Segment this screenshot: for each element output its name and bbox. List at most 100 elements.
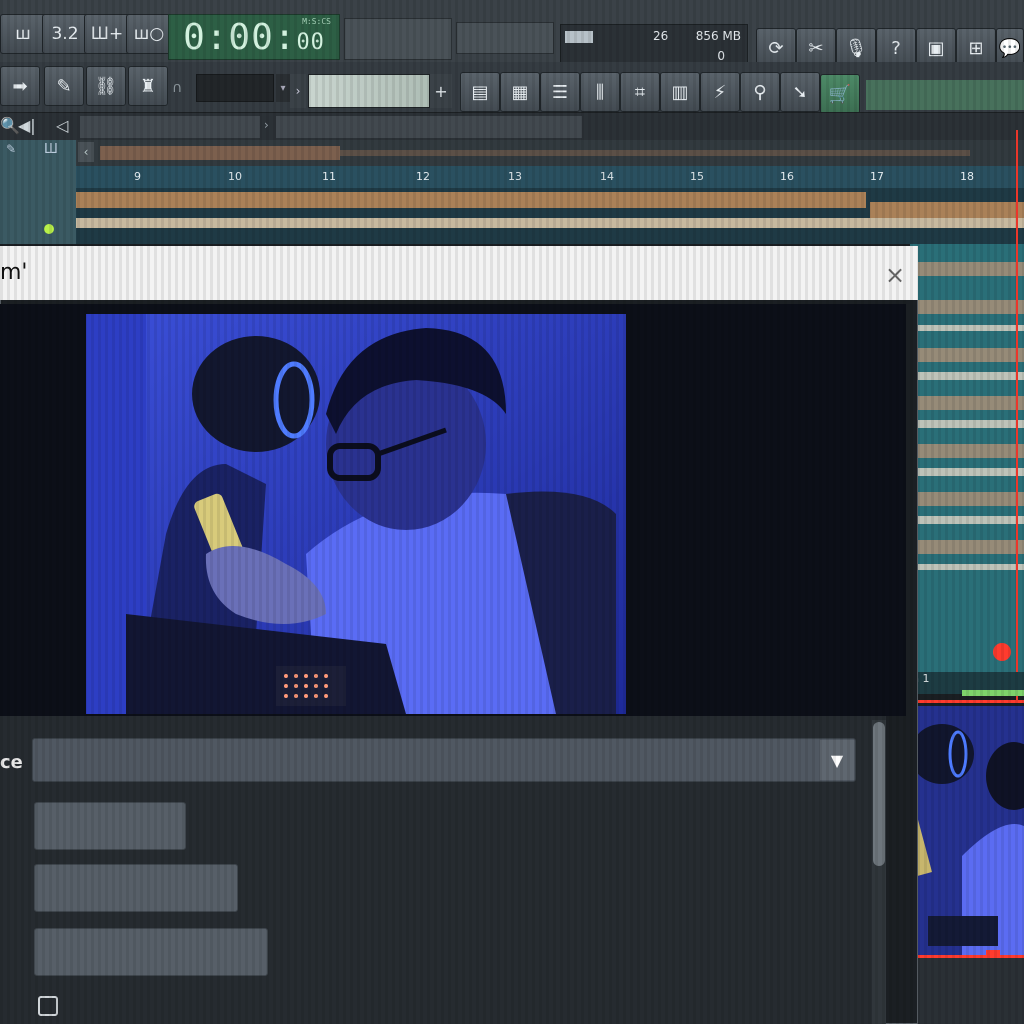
- cpu-value: 26: [653, 29, 669, 43]
- close-icon: ×: [884, 261, 906, 289]
- dialog-title: m': [0, 260, 28, 285]
- arrow-button[interactable]: ➡: [0, 66, 40, 106]
- source-device-select[interactable]: [32, 738, 856, 782]
- source-label: ce: [0, 752, 23, 773]
- ruler-tick: 15: [690, 170, 704, 183]
- preview-thumbnail-image: [902, 706, 1024, 956]
- playhead-handle[interactable]: [993, 643, 1011, 661]
- refresh-icon: ⟳: [768, 37, 784, 59]
- record-mode-button[interactable]: ш○: [126, 14, 172, 54]
- playlist-clip[interactable]: [918, 564, 1024, 570]
- playlist-clip[interactable]: [76, 218, 1024, 228]
- playlist-clip[interactable]: [918, 396, 1024, 410]
- ruler-tick: 18: [960, 170, 974, 183]
- mixer-track-selector[interactable]: [196, 74, 274, 102]
- playhead-line[interactable]: [1016, 130, 1018, 700]
- channel-rack-icon: ☰: [551, 81, 569, 103]
- channel-rack-button[interactable]: ☰: [540, 72, 580, 112]
- cpu-bar: [565, 31, 593, 43]
- browser-icon: ⌗: [634, 81, 646, 103]
- link-icon: ⛓: [94, 75, 118, 97]
- plugin-database-button[interactable]: ▥: [660, 72, 700, 112]
- playlist-breadcrumb-2[interactable]: [276, 116, 582, 138]
- configure-crossbar-button[interactable]: [34, 928, 268, 976]
- pattern-prev-button[interactable]: ›: [290, 74, 306, 108]
- track-icon: Ш: [44, 142, 58, 157]
- playlist-track-header[interactable]: ✎ Ш: [0, 140, 76, 244]
- audio-icon[interactable]: ◀|: [18, 116, 36, 135]
- source-device-dropdown[interactable]: ▼: [820, 740, 854, 780]
- record-icon: ш○: [133, 24, 165, 44]
- tool-icon: ➘: [792, 81, 808, 103]
- snap-icon: ꟺ: [15, 24, 31, 44]
- pattern-add-button[interactable]: Ш+: [84, 14, 130, 54]
- video-thumbnail-preview: [902, 706, 1024, 956]
- time-marker-bar[interactable]: [100, 146, 340, 160]
- deactivate-when-not-showing-checkbox[interactable]: [38, 996, 58, 1016]
- tool-button[interactable]: ➘: [780, 72, 820, 112]
- dialog-close-button[interactable]: ×: [880, 260, 910, 290]
- playlist-clip[interactable]: [76, 192, 866, 208]
- mixer-track-arrow[interactable]: ▾: [276, 74, 290, 102]
- chevron-down-icon: ▼: [830, 750, 844, 770]
- playlist-clip[interactable]: [918, 325, 1024, 331]
- ruler-tick: 9: [134, 170, 141, 183]
- time-marker-line: [340, 150, 970, 156]
- playlist-clip[interactable]: [918, 348, 1024, 362]
- scrollbar-thumb[interactable]: [873, 722, 885, 866]
- mixer-icon: ⫼: [595, 81, 605, 103]
- speaker-icon[interactable]: ◁: [56, 116, 68, 135]
- cut-icon: ✂: [808, 37, 824, 59]
- ruler-tick: 11: [322, 170, 336, 183]
- playlist-clip[interactable]: [918, 468, 1024, 476]
- playlist-clip[interactable]: [870, 202, 1024, 218]
- track-led-icon[interactable]: [44, 224, 54, 234]
- playlist-clip[interactable]: [918, 300, 1024, 314]
- playlist-clip[interactable]: [918, 492, 1024, 506]
- headphone-icon: ∩: [172, 80, 183, 96]
- configure-video-button[interactable]: [34, 864, 238, 912]
- pattern-icon: Ш+: [90, 24, 124, 44]
- touch-controller-button[interactable]: ⚲: [740, 72, 780, 112]
- strip-scroll-left[interactable]: ‹: [78, 142, 94, 162]
- playlist-breadcrumb-1[interactable]: [80, 116, 260, 138]
- ruler-tick: 16: [780, 170, 794, 183]
- snap-button[interactable]: ꟺ: [0, 14, 46, 54]
- ruler-tick: 14: [600, 170, 614, 183]
- store-button[interactable]: 🛒: [820, 74, 860, 114]
- playlist-clip[interactable]: [918, 540, 1024, 554]
- mic-icon: 🎙: [844, 37, 868, 59]
- arrow-right-icon: ➡: [12, 75, 28, 97]
- playlist-clip[interactable]: [918, 262, 1024, 276]
- pattern-add-button-2[interactable]: +: [430, 74, 452, 108]
- cart-icon: 🛒: [828, 83, 852, 105]
- deactivate-button[interactable]: [34, 802, 186, 850]
- playlist-clip[interactable]: [918, 420, 1024, 428]
- volume-panel[interactable]: [456, 22, 554, 54]
- tempo-label: 3.2: [51, 24, 79, 44]
- zoom-icon[interactable]: 🔍: [0, 116, 20, 135]
- tempo-button[interactable]: 3.2: [42, 14, 88, 54]
- stamp-button[interactable]: ♜: [128, 66, 168, 106]
- playlist-clip[interactable]: [918, 372, 1024, 380]
- pattern-selector[interactable]: [308, 74, 430, 108]
- brush-button[interactable]: ✎: [44, 66, 84, 106]
- ruler-tick: 13: [508, 170, 522, 183]
- ruler-tick: 17: [870, 170, 884, 183]
- breadcrumb-separator-icon: ›: [264, 118, 269, 132]
- grid-icon: ⊞: [968, 37, 984, 59]
- browser-button[interactable]: ⌗: [620, 72, 660, 112]
- dialog-titlebar[interactable]: m': [0, 246, 918, 300]
- clock-main: 0:00:: [183, 16, 297, 58]
- mixer-button[interactable]: ⫼: [580, 72, 620, 112]
- playlist-clip[interactable]: [918, 444, 1024, 458]
- link-button[interactable]: ⛓: [86, 66, 126, 106]
- playlist-clip[interactable]: [918, 516, 1024, 524]
- person-icon: ⚲: [753, 81, 767, 103]
- polyphony-value: 0: [717, 49, 725, 63]
- playlist-button[interactable]: ▤: [460, 72, 500, 112]
- song-position-clock[interactable]: M:S:CS 0:00: 00: [168, 14, 340, 60]
- plugin-picker-button[interactable]: ⚡: [700, 72, 740, 112]
- hint-bar: [866, 80, 1024, 110]
- piano-roll-button[interactable]: ▦: [500, 72, 540, 112]
